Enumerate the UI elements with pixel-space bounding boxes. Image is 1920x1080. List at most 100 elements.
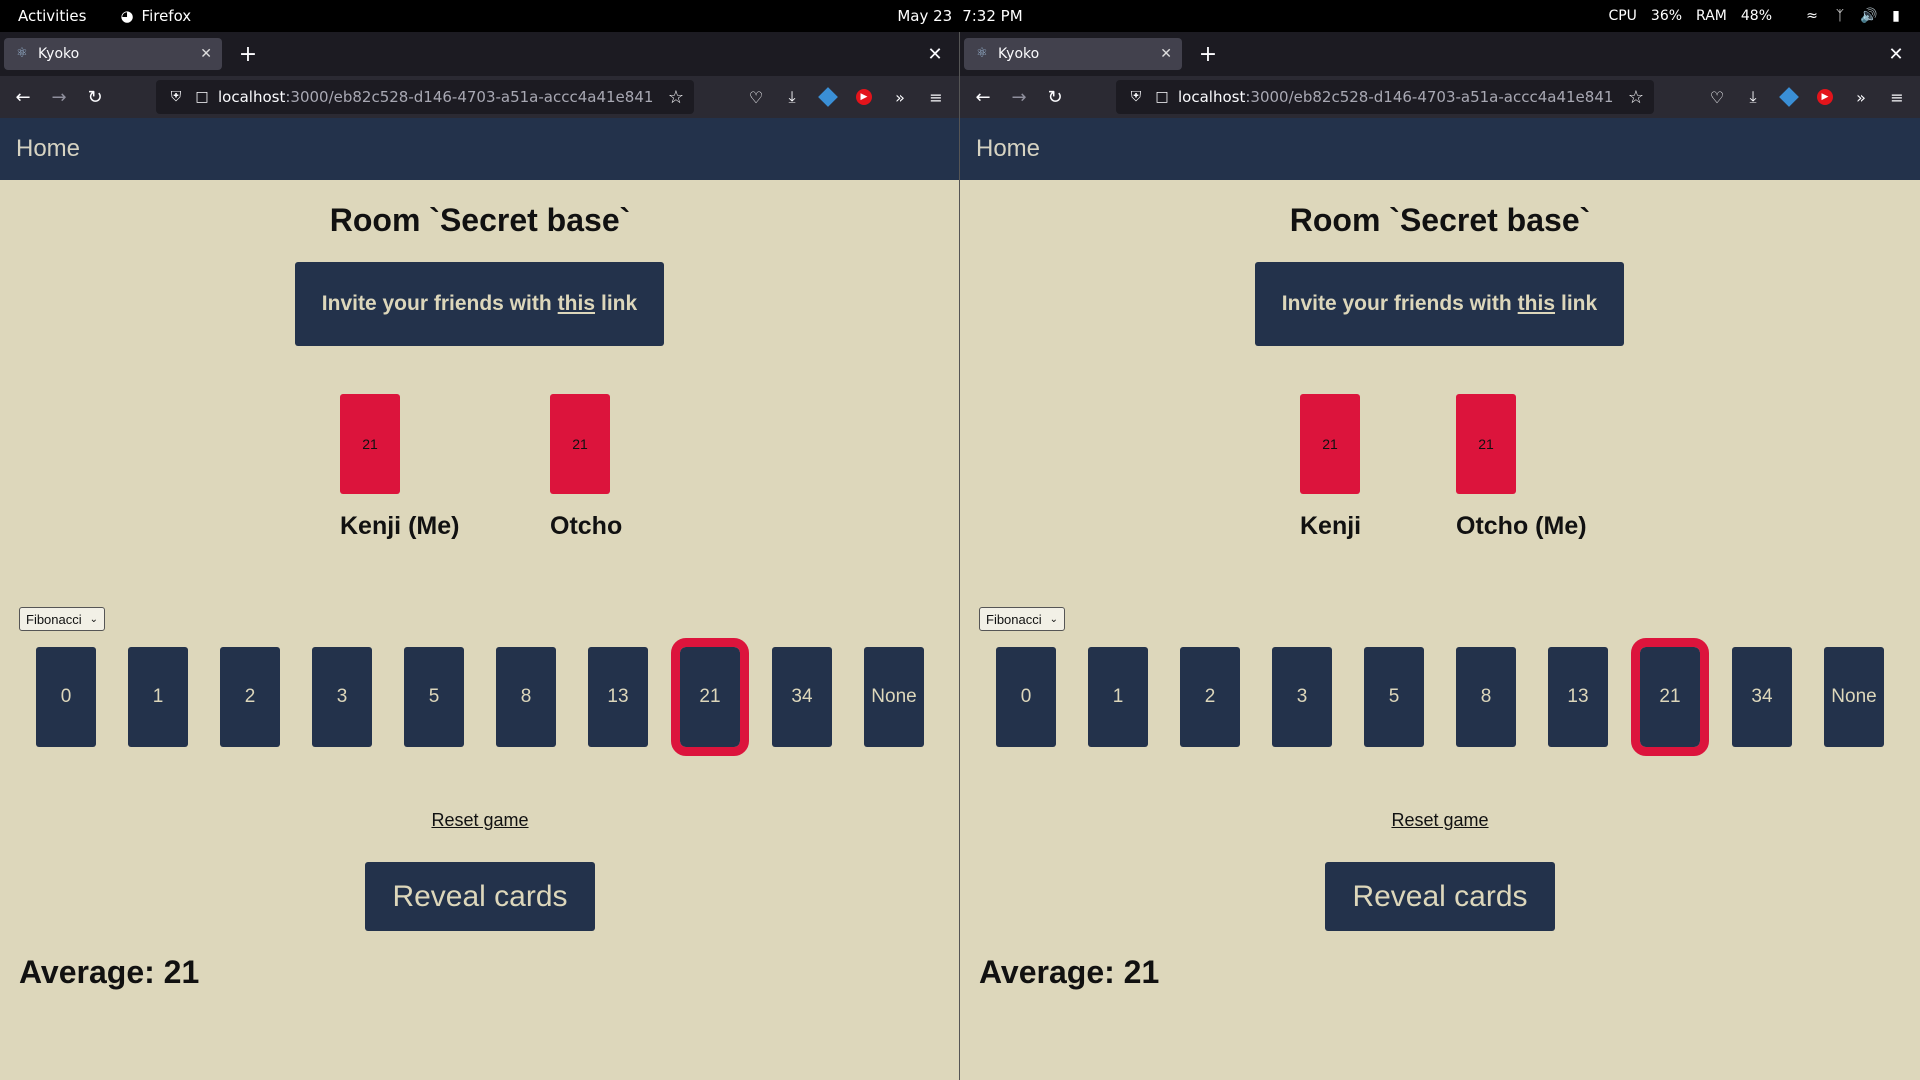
extension-icon	[1779, 87, 1799, 107]
new-tab-icon[interactable]: +	[234, 38, 262, 70]
back-icon[interactable]: ←	[8, 82, 38, 112]
system-menu[interactable]: ≈ ᛉ 🔊 ▮	[1804, 8, 1904, 24]
vote-card[interactable]: 3	[312, 647, 372, 747]
youtube-button[interactable]: ▶	[1810, 82, 1840, 112]
battery-icon: ▮	[1892, 8, 1900, 24]
vote-card[interactable]: 13	[588, 647, 648, 747]
vote-card[interactable]: None	[1824, 647, 1884, 747]
overflow-icon[interactable]: »	[1846, 82, 1876, 112]
url-bar[interactable]: ⛨ □ localhost:3000/eb82c528-d146-4703-a51a…	[1116, 80, 1654, 114]
download-icon[interactable]: ⤓	[1738, 82, 1768, 112]
bookmark-star-icon[interactable]: ☆	[1628, 87, 1644, 108]
vote-card[interactable]: 13	[1548, 647, 1608, 747]
home-link[interactable]: Home	[16, 135, 80, 163]
url-host: localhost	[1178, 88, 1246, 106]
browser-window: ⚛ Kyoko ✕ + ✕ ← → ↻ ⛨ □ localhost:3000/eb82c528-d1…	[960, 32, 1920, 1080]
chevron-down-icon: ⌄	[1049, 613, 1058, 625]
volume-icon: 🔊	[1860, 8, 1878, 24]
deck-select[interactable]: Fibonacci ⌄	[19, 607, 105, 631]
player-name: Kenji (Me)	[340, 512, 460, 540]
time: 7:32 PM	[962, 7, 1023, 25]
ram-label: RAM	[1696, 8, 1727, 24]
room-title: Room `Secret base`	[329, 202, 631, 238]
back-icon[interactable]: ←	[968, 82, 998, 112]
bluetooth-icon: ᛉ	[1835, 8, 1845, 24]
vote-card[interactable]: 0	[36, 647, 96, 747]
player-slot: 21 Otcho (Me)	[1456, 394, 1587, 540]
navigation-bar: ← → ↻ ⛨ □ localhost:3000/eb82c528-d146-4703-a…	[0, 76, 959, 118]
youtube-icon: ▶	[856, 89, 872, 105]
shield-icon[interactable]: ⛨	[1126, 89, 1146, 105]
vote-card[interactable]: 0	[996, 647, 1056, 747]
hamburger-menu-icon[interactable]: ≡	[1882, 82, 1912, 112]
reset-game-link[interactable]: Reset game	[0, 810, 959, 831]
reset-game-link[interactable]: Reset game	[960, 810, 1920, 831]
vote-card[interactable]: None	[864, 647, 924, 747]
tab-bar: ⚛ Kyoko ✕ + ✕	[960, 32, 1920, 76]
browser-tab[interactable]: ⚛ Kyoko ✕	[4, 38, 222, 70]
player-card: 21	[1300, 394, 1360, 494]
vote-card[interactable]: 2	[1180, 647, 1240, 747]
shield-icon[interactable]: ⛨	[166, 89, 186, 105]
app-menu[interactable]: ◕ Firefox	[120, 7, 191, 25]
reveal-cards-button[interactable]: Reveal cards	[365, 862, 595, 931]
reload-icon[interactable]: ↻	[1040, 82, 1070, 112]
tab-close-icon[interactable]: ✕	[1160, 46, 1172, 62]
vote-card[interactable]: 34	[772, 647, 832, 747]
new-tab-icon[interactable]: +	[1194, 38, 1222, 70]
invite-link[interactable]: this	[558, 292, 595, 316]
invite-link[interactable]: this	[1518, 292, 1555, 316]
download-icon[interactable]: ⤓	[777, 82, 807, 112]
url-path: :3000/eb82c528-d146-4703-a51a-accc4a41e8…	[1245, 88, 1614, 106]
pocket-icon[interactable]: ♡	[741, 82, 771, 112]
date: May 23	[897, 7, 953, 25]
forward-icon[interactable]: →	[1004, 82, 1034, 112]
vote-card[interactable]: 34	[1732, 647, 1792, 747]
tab-bar: ⚛ Kyoko ✕ + ✕	[0, 32, 959, 76]
vote-card[interactable]: 21	[671, 638, 749, 756]
vote-card[interactable]: 5	[404, 647, 464, 747]
player-slot: 21 Kenji	[1300, 394, 1361, 540]
player-slot: 21 Otcho	[550, 394, 622, 540]
extension-button[interactable]	[1774, 82, 1804, 112]
window-close-icon[interactable]: ✕	[921, 38, 949, 70]
activities-button[interactable]: Activities	[18, 7, 86, 25]
player-slot: 21 Kenji (Me)	[340, 394, 459, 540]
invite-text-pre: Invite your friends with	[1281, 292, 1512, 315]
tab-close-icon[interactable]: ✕	[200, 46, 212, 62]
home-link[interactable]: Home	[976, 135, 1040, 163]
vote-card[interactable]: 8	[496, 647, 556, 747]
vote-card[interactable]: 1	[1088, 647, 1148, 747]
vote-card[interactable]: 5	[1364, 647, 1424, 747]
vote-card[interactable]: 2	[220, 647, 280, 747]
forward-icon[interactable]: →	[44, 82, 74, 112]
firefox-icon: ◕	[120, 7, 134, 25]
reload-icon[interactable]: ↻	[80, 82, 110, 112]
vote-card[interactable]: 1	[128, 647, 188, 747]
cpu-label: CPU	[1608, 8, 1637, 24]
bookmark-star-icon[interactable]: ☆	[668, 87, 684, 108]
hamburger-menu-icon[interactable]: ≡	[921, 82, 951, 112]
vote-card[interactable]: 3	[1272, 647, 1332, 747]
wifi-icon: ≈	[1806, 8, 1818, 24]
reveal-cards-button[interactable]: Reveal cards	[1325, 862, 1555, 931]
toolbar-icons: ♡ ⤓ ▶ » ≡	[741, 82, 951, 112]
tab-title: Kyoko	[38, 46, 80, 62]
page-icon: □	[195, 89, 209, 105]
react-favicon-icon: ⚛	[976, 46, 988, 61]
vote-card[interactable]: 8	[1456, 647, 1516, 747]
player-name: Otcho	[550, 512, 623, 540]
url-bar[interactable]: ⛨ □ localhost:3000/eb82c528-d146-4703-a51a…	[156, 80, 694, 114]
overflow-icon[interactable]: »	[885, 82, 915, 112]
invite-banner: Invite your friends with this link	[1255, 262, 1624, 346]
pocket-icon[interactable]: ♡	[1702, 82, 1732, 112]
browser-tab[interactable]: ⚛ Kyoko ✕	[964, 38, 1182, 70]
vote-card[interactable]: 21	[1631, 638, 1709, 756]
window-close-icon[interactable]: ✕	[1882, 38, 1910, 70]
youtube-button[interactable]: ▶	[849, 82, 879, 112]
deck-select-value: Fibonacci	[26, 611, 82, 627]
deck-select[interactable]: Fibonacci ⌄	[979, 607, 1065, 631]
deck-select-value: Fibonacci	[986, 611, 1042, 627]
extension-button[interactable]	[813, 82, 843, 112]
navigation-bar: ← → ↻ ⛨ □ localhost:3000/eb82c528-d146-4703-a…	[960, 76, 1920, 118]
